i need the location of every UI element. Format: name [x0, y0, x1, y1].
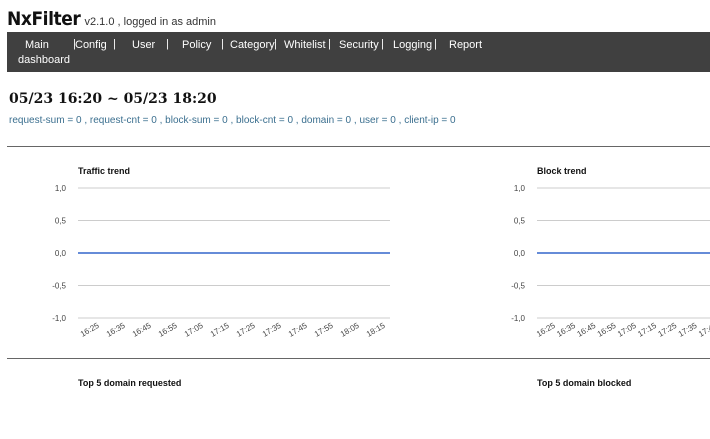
- x-tick-label: 16:55: [596, 321, 618, 339]
- x-tick-label: 17:05: [616, 321, 638, 339]
- x-tick-label: 17:35: [261, 321, 283, 339]
- y-tick-label: -1,0: [52, 314, 66, 323]
- x-tick-label: 18:15: [365, 321, 387, 339]
- nav-item-report[interactable]: Report: [449, 38, 482, 52]
- nav-separator: |: [381, 38, 384, 50]
- x-tick-label: 16:45: [575, 321, 597, 339]
- x-tick-label: 17:15: [636, 321, 658, 339]
- x-tick-label: 16:55: [157, 321, 179, 339]
- x-tick-label: 16:45: [131, 321, 153, 339]
- block-trend-chart: 1,00,50,0-0,5-1,016:2516:3516:4516:5517:…: [511, 184, 710, 339]
- nav-item-main[interactable]: Main dashboard: [18, 38, 70, 67]
- nav-item-policy[interactable]: Policy: [182, 38, 211, 52]
- x-tick-label: 16:35: [105, 321, 127, 339]
- nav-separator: |: [166, 38, 169, 50]
- top-domain-requested-title: Top 5 domain requested: [78, 378, 182, 388]
- divider: [7, 146, 710, 147]
- x-tick-label: 17:45: [287, 321, 309, 339]
- top-domain-blocked-title: Top 5 domain blocked: [537, 378, 632, 388]
- nav-item-main-label: Main: [25, 39, 49, 51]
- x-tick-label: 17:05: [183, 321, 205, 339]
- x-tick-label: 17:25: [656, 321, 678, 339]
- y-tick-label: -1,0: [511, 314, 525, 323]
- divider: [7, 358, 710, 359]
- time-range-title: 05/23 16:20 ~ 05/23 18:20: [9, 91, 217, 107]
- main-navbar: Main dashboard | Config | User | Policy …: [7, 32, 710, 72]
- nav-item-config[interactable]: Config: [75, 38, 107, 52]
- block-trend-title: Block trend: [537, 166, 587, 176]
- y-tick-label: -0,5: [511, 282, 525, 291]
- x-tick-label: 17:35: [677, 321, 699, 339]
- x-tick-label: 17:55: [313, 321, 335, 339]
- y-tick-label: 0,5: [514, 217, 526, 226]
- nav-item-security[interactable]: Security: [339, 38, 379, 52]
- y-tick-label: 0,0: [514, 249, 526, 258]
- x-tick-label: 17:25: [235, 321, 257, 339]
- y-tick-label: -0,5: [52, 282, 66, 291]
- nav-separator: |: [328, 38, 331, 50]
- x-tick-label: 16:35: [555, 321, 577, 339]
- app-header: NxFilter v2.1.0 , logged in as admin: [7, 8, 216, 30]
- nav-item-whitelist[interactable]: Whitelist: [284, 38, 326, 52]
- nav-separator: |: [221, 38, 224, 50]
- x-tick-label: 16:25: [535, 321, 557, 339]
- y-tick-label: 0,5: [55, 217, 67, 226]
- x-tick-label: 17:15: [209, 321, 231, 339]
- app-logo: NxFilter: [7, 8, 81, 30]
- y-tick-label: 1,0: [514, 184, 526, 193]
- traffic-trend-chart: 1,00,50,0-0,5-1,016:25 16:35 16:45 16:55 17:…: [52, 184, 390, 339]
- nav-item-user[interactable]: User: [132, 38, 155, 52]
- x-tick-label: 17:45: [697, 321, 710, 339]
- y-tick-label: 1,0: [55, 184, 67, 193]
- nav-item-logging[interactable]: Logging: [393, 38, 432, 52]
- login-info: v2.1.0 , logged in as admin: [84, 16, 216, 28]
- x-tick-label: 18:05: [339, 321, 361, 339]
- summary-stats: request-sum = 0 , request-cnt = 0 , bloc…: [9, 115, 456, 126]
- nav-item-main-sublabel: dashboard: [18, 54, 70, 66]
- y-tick-label: 0,0: [55, 249, 67, 258]
- nav-separator: |: [434, 38, 437, 50]
- nav-separator: |: [274, 38, 277, 50]
- x-tick-label: 16:25: [79, 321, 101, 339]
- nav-separator: |: [113, 38, 116, 50]
- traffic-trend-title: Traffic trend: [78, 166, 131, 176]
- nav-item-category[interactable]: Category: [230, 38, 275, 52]
